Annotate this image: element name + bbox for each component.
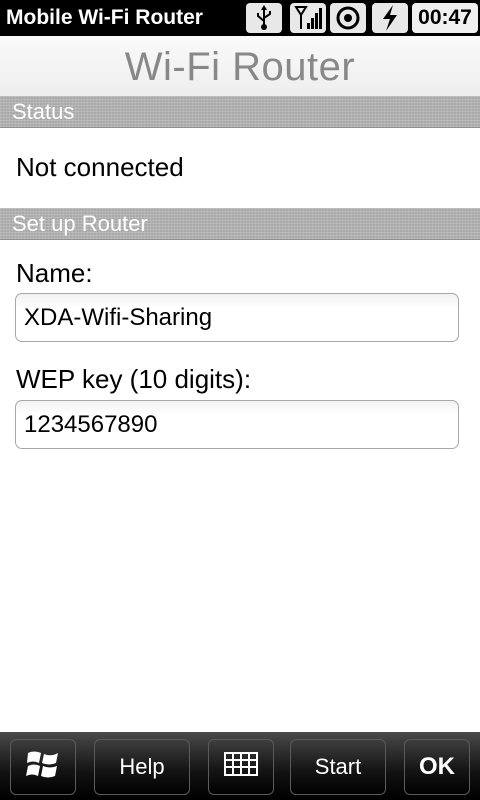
page-header: Wi-Fi Router <box>0 36 480 96</box>
help-button[interactable]: Help <box>94 739 190 795</box>
page-title: Wi-Fi Router <box>124 45 356 89</box>
sync-icon <box>330 3 366 33</box>
softkey-bar: Help Start OK <box>0 732 480 800</box>
status-section-header: Status <box>0 96 480 128</box>
setup-section-label: Set up Router <box>12 211 148 236</box>
app-title: Mobile Wi-Fi Router <box>6 6 203 29</box>
windows-start-icon <box>25 747 61 787</box>
name-label: Name: <box>16 258 93 288</box>
keyboard-icon <box>224 752 258 782</box>
usb-icon <box>246 3 282 33</box>
windows-start-button[interactable] <box>10 739 76 795</box>
wep-key-label: WEP key (10 digits): <box>16 364 252 394</box>
keyboard-button[interactable] <box>208 739 274 795</box>
signal-icon <box>290 3 326 33</box>
status-bar: Mobile Wi-Fi Router 00:47 <box>0 0 480 36</box>
status-section-label: Status <box>12 99 75 124</box>
setup-section-header: Set up Router <box>0 208 480 240</box>
ok-button[interactable]: OK <box>404 739 470 795</box>
connection-status: Not connected <box>16 152 184 182</box>
name-field[interactable]: XDA-Wifi-Sharing <box>15 293 459 342</box>
wep-key-field[interactable]: 1234567890 <box>15 400 459 449</box>
clock: 00:47 <box>412 3 478 33</box>
start-button[interactable]: Start <box>290 739 386 795</box>
battery-charging-icon <box>372 3 408 33</box>
